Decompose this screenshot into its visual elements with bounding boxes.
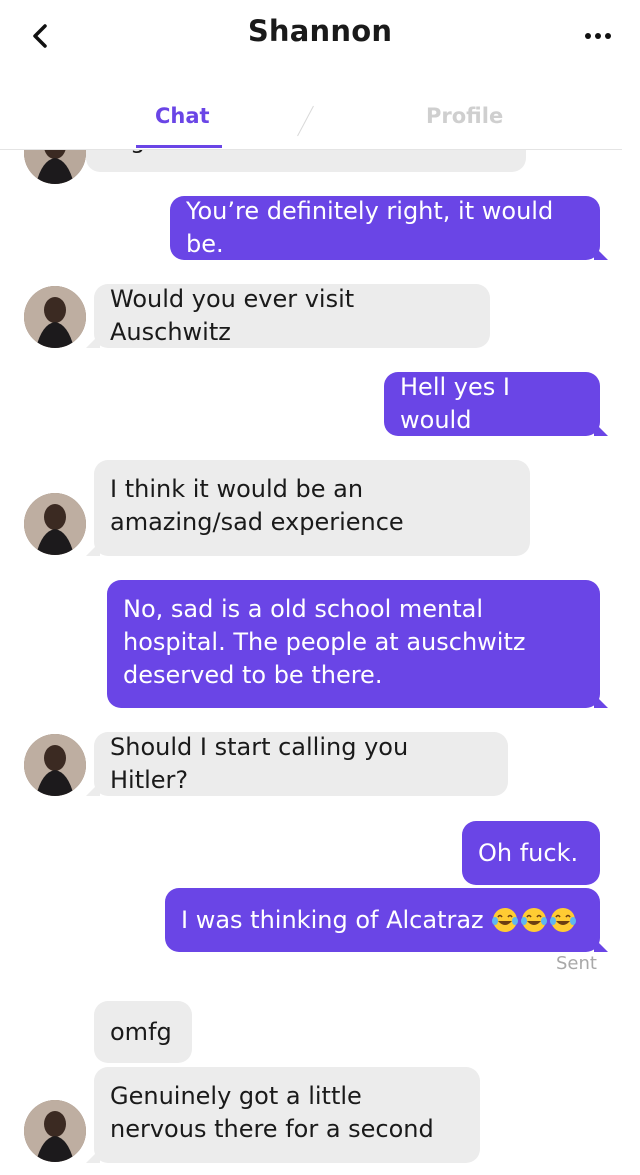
message-bubble-outgoing: Oh fuck.	[462, 821, 600, 885]
profile-photo	[24, 734, 86, 796]
message-list[interactable]: g You’re definitely right, it would be. …	[0, 150, 640, 1175]
avatar	[24, 286, 86, 348]
message-text: I think it would be an amazing/sad exper…	[110, 475, 404, 536]
message-text: You’re definitely right, it would be.	[186, 197, 554, 258]
profile-photo	[24, 286, 86, 348]
face-with-tears-of-joy-icon	[549, 908, 576, 932]
message-bubble-outgoing: Hell yes I would	[384, 372, 608, 436]
message-bubble-incoming: Would you ever visit Auschwitz	[86, 284, 490, 348]
conversation-title: Shannon	[247, 14, 393, 48]
message-text: Hell yes I would	[400, 373, 510, 434]
message-text: Would you ever visit Auschwitz	[110, 285, 355, 346]
message-text: No, sad is a old school mental hospital.…	[123, 595, 526, 689]
avatar	[24, 493, 86, 555]
message-text: Should I start calling you Hitler?	[110, 733, 409, 794]
active-tab-indicator	[136, 145, 222, 148]
avatar	[24, 734, 86, 796]
message-bubble-outgoing: I was thinking of Alcatraz	[165, 888, 608, 952]
avatar	[24, 150, 86, 184]
avatar	[24, 1100, 86, 1162]
message-text: I was thinking of Alcatraz	[181, 905, 484, 934]
message-bubble-incoming: Genuinely got a little nervous there for…	[86, 1067, 480, 1163]
tab-profile[interactable]: Profile	[426, 104, 503, 128]
delivery-status: Sent	[556, 953, 597, 974]
face-with-tears-of-joy-icon	[491, 908, 518, 932]
emoji-group	[490, 906, 577, 934]
message-text: g	[130, 150, 145, 157]
message-bubble-incoming: g	[86, 150, 526, 172]
more-options-button[interactable]	[580, 22, 616, 50]
message-bubble-outgoing: No, sad is a old school mental hospital.…	[107, 580, 608, 708]
message-bubble-incoming: I think it would be an amazing/sad exper…	[86, 460, 530, 556]
message-bubble-incoming: omfg	[94, 1001, 192, 1063]
chat-header: Shannon Chat Profile	[0, 0, 640, 150]
face-with-tears-of-joy-icon	[520, 908, 547, 932]
profile-photo	[24, 493, 86, 555]
more-dots-icon	[585, 33, 591, 39]
tab-chat[interactable]: Chat	[155, 104, 210, 128]
profile-photo	[24, 1100, 86, 1162]
profile-photo	[24, 150, 86, 184]
message-text: omfg	[110, 1017, 172, 1046]
message-bubble-incoming: Should I start calling you Hitler?	[86, 732, 508, 796]
message-text: Genuinely got a little nervous there for…	[110, 1082, 434, 1143]
message-text: Oh fuck.	[478, 838, 579, 867]
tab-divider	[297, 105, 314, 137]
message-bubble-outgoing: You’re definitely right, it would be.	[170, 196, 608, 260]
